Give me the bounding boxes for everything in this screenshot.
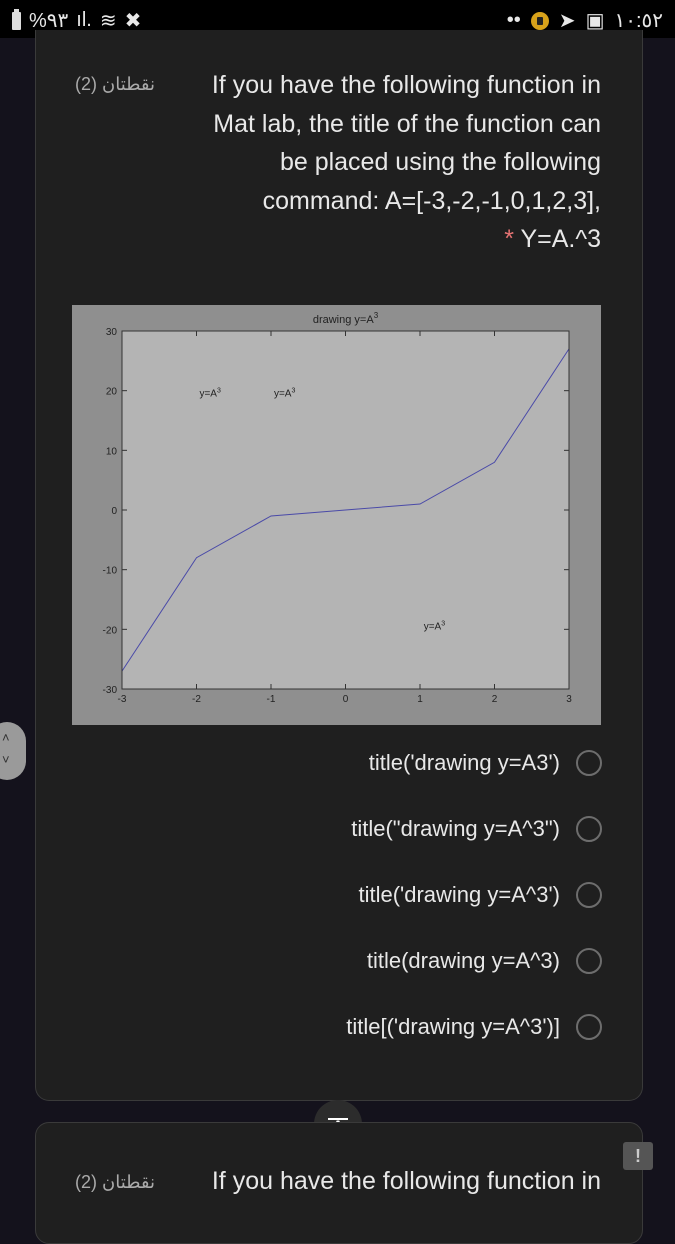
annotation-sup: 3: [217, 388, 221, 395]
y-tick-label: 0: [111, 506, 117, 517]
radio-button[interactable]: [576, 882, 602, 908]
x-tick-label: 2: [492, 694, 498, 705]
battery-icon: [12, 8, 21, 30]
x-tick-label: 0: [343, 694, 349, 705]
chart-title: drawing y=A3: [313, 311, 379, 326]
y-tick-label: -10: [103, 566, 118, 577]
answer-option-label[interactable]: title[('drawing y=A^3')]: [346, 1014, 560, 1040]
matlab-figure: drawing y=A3 -3 -2 -1 0 1 2 3 30 20 10 0 -10 -20 -30 …: [72, 305, 601, 725]
y-tick-label: 20: [106, 387, 118, 398]
annotation-sup: 3: [291, 388, 295, 395]
question-line-last: Y=A.^3: [520, 225, 601, 253]
x-tick-label: -1: [267, 694, 276, 705]
radio-button[interactable]: [576, 816, 602, 842]
chart-title-text: drawing y=A: [313, 314, 375, 326]
answer-option-label[interactable]: title(drawing y=A^3): [367, 948, 560, 974]
annotation-text: y=A: [199, 389, 217, 400]
y-tick-label: -20: [103, 625, 118, 636]
x-tick-label: -3: [118, 694, 127, 705]
y-tick-label: 10: [106, 446, 118, 457]
answer-option-label[interactable]: title('drawing y=A^3'): [358, 882, 560, 908]
annotation-text: y=A: [424, 621, 442, 632]
answer-option[interactable]: title('drawing y=A^3'): [358, 882, 602, 908]
radio-button[interactable]: [576, 1014, 602, 1040]
answer-option[interactable]: title("drawing y=A^3"): [351, 816, 602, 842]
radio-button[interactable]: [576, 948, 602, 974]
feedback-button[interactable]: !: [623, 1142, 653, 1170]
side-navigation-pill[interactable]: ˄ ˅: [0, 722, 26, 780]
nav-down-icon[interactable]: ˅: [2, 752, 10, 767]
plot-svg: drawing y=A3 -3 -2 -1 0 1 2 33020100-10-20-30 …: [103, 311, 573, 705]
question-line: be placed using the following: [279, 148, 601, 176]
question-line: command: A=[-3,-2,-1,0,1,2,3],: [262, 186, 601, 215]
question-points-2: نقطتان (2): [75, 1172, 156, 1192]
x-tick-label: 3: [566, 694, 572, 705]
annotation-text: y=A: [274, 389, 292, 400]
app-badge-icon: [530, 11, 549, 30]
answer-option-label[interactable]: title('drawing y=A3'): [369, 750, 560, 776]
question-line: * Y=A.^3: [171, 220, 601, 259]
question-line: If you have the following function in: [211, 1167, 601, 1195]
answer-option[interactable]: title[('drawing y=A^3')]: [346, 1014, 602, 1040]
x-tick-label: -2: [192, 694, 201, 705]
y-tick-label: -30: [103, 685, 118, 696]
radio-button[interactable]: [576, 750, 602, 776]
answer-option[interactable]: title('drawing y=A3'): [369, 750, 602, 776]
answer-option[interactable]: title(drawing y=A^3): [367, 948, 602, 974]
question-text-2: If you have the following function in: [171, 1162, 601, 1201]
question-points: نقطتان (2): [75, 74, 156, 94]
question-line: Mat lab, the title of the function can: [213, 109, 601, 138]
question-text: If you have the following function in Ma…: [171, 66, 601, 259]
more-notifications-dots: ••: [506, 9, 521, 31]
annotation-sup: 3: [441, 620, 445, 627]
nav-up-icon[interactable]: ˄: [2, 730, 10, 745]
required-marker: *: [504, 225, 514, 253]
signal-bars-icon: ıl.: [76, 9, 92, 31]
question-line: If you have the following function in: [211, 71, 601, 99]
y-tick-label: 30: [106, 327, 118, 338]
chart-title-sup: 3: [374, 311, 379, 320]
x-tick-label: 1: [417, 694, 423, 705]
answer-option-label[interactable]: title("drawing y=A^3"): [351, 816, 560, 842]
